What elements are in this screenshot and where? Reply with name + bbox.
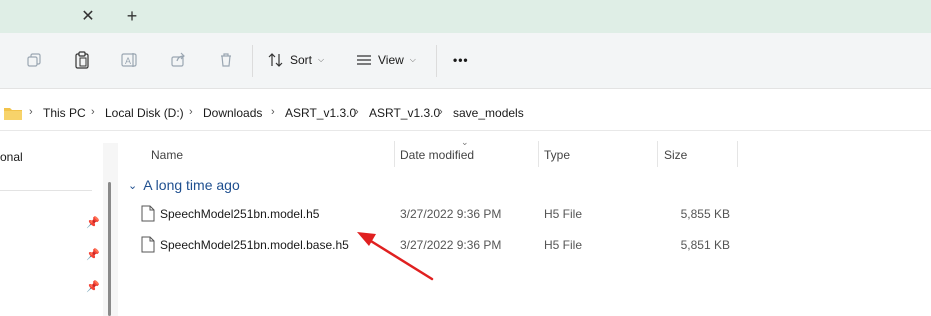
column-header-name[interactable]: Name	[151, 148, 183, 162]
column-divider[interactable]	[737, 141, 738, 167]
breadcrumb: › This PC › Local Disk (D:) › Downloads …	[0, 98, 931, 131]
column-divider[interactable]	[538, 141, 539, 167]
file-size: 5,855 KB	[680, 207, 730, 221]
chevron-down-icon: ⌵	[318, 55, 325, 64]
more-options-button[interactable]: •••	[453, 47, 469, 73]
file-name: SpeechModel251bn.model.h5	[160, 207, 320, 221]
delete-icon[interactable]	[212, 47, 240, 73]
tab-bar: ✕ +	[0, 0, 931, 33]
nav-item-label[interactable]: onal	[0, 150, 23, 164]
column-header-date[interactable]: Date modified	[400, 148, 474, 162]
nav-divider	[0, 190, 92, 191]
paste-icon[interactable]	[68, 47, 96, 73]
column-divider[interactable]	[657, 141, 658, 167]
column-divider[interactable]	[394, 141, 395, 167]
copy-icon[interactable]	[20, 47, 48, 73]
chevron-right-icon: ›	[91, 106, 95, 118]
chevron-right-icon: ›	[189, 106, 193, 118]
chevron-right-icon: ›	[29, 106, 33, 118]
breadcrumb-item-asrt[interactable]: ASRT_v1.3.0	[285, 106, 356, 120]
breadcrumb-item-downloads[interactable]: Downloads	[203, 106, 262, 120]
file-icon	[141, 236, 155, 253]
group-header[interactable]: ⌄ A long time ago	[128, 177, 240, 193]
chevron-down-icon: ⌵	[409, 55, 416, 64]
command-bar: A Sort ⌵ View ⌵ •••	[0, 33, 931, 89]
breadcrumb-item-this-pc[interactable]: This PC	[43, 106, 86, 120]
nav-scrollbar-thumb[interactable]	[108, 182, 111, 316]
chevron-down-icon[interactable]: ⌄	[128, 179, 137, 192]
file-icon	[141, 205, 155, 222]
pin-icon[interactable]: 📌	[86, 248, 100, 261]
column-header-size[interactable]: Size	[664, 148, 687, 162]
svg-text:A: A	[125, 56, 131, 66]
file-type: H5 File	[544, 238, 583, 252]
view-icon	[357, 55, 371, 65]
view-label: View	[378, 53, 404, 67]
file-row[interactable]: SpeechModel251bn.model.h5 3/27/2022 9:36…	[119, 199, 931, 229]
pin-icon[interactable]: 📌	[86, 216, 100, 229]
sort-icon	[268, 53, 283, 67]
breadcrumb-item-asrt-inner[interactable]: ASRT_v1.3.0	[369, 106, 440, 120]
new-tab-button[interactable]: +	[122, 6, 142, 26]
chevron-right-icon: ›	[355, 106, 359, 118]
folder-icon	[4, 108, 22, 120]
breadcrumb-item-local-disk[interactable]: Local Disk (D:)	[105, 106, 184, 120]
column-header-type[interactable]: Type	[544, 148, 570, 162]
file-size: 5,851 KB	[680, 238, 730, 252]
group-label: A long time ago	[143, 177, 240, 193]
close-tab-button[interactable]: ✕	[78, 6, 98, 26]
sort-label: Sort	[290, 53, 313, 67]
sort-button[interactable]: Sort ⌵	[268, 47, 324, 73]
sort-indicator-icon: ⌄	[461, 137, 469, 147]
file-date: 3/27/2022 9:36 PM	[400, 207, 502, 221]
share-icon[interactable]	[164, 47, 192, 73]
breadcrumb-item-save-models[interactable]: save_models	[453, 106, 524, 120]
toolbar-divider	[436, 45, 437, 77]
rename-icon[interactable]: A	[116, 47, 144, 73]
navigation-pane: onal 📌 📌 📌	[0, 130, 103, 316]
file-type: H5 File	[544, 207, 583, 221]
pin-icon[interactable]: 📌	[86, 280, 100, 293]
toolbar-divider	[252, 45, 253, 77]
file-date: 3/27/2022 9:36 PM	[400, 238, 502, 252]
view-button[interactable]: View ⌵	[356, 47, 416, 73]
file-name: SpeechModel251bn.model.base.h5	[160, 238, 349, 252]
file-row[interactable]: SpeechModel251bn.model.base.h5 3/27/2022…	[119, 230, 931, 260]
chevron-right-icon: ›	[271, 106, 275, 118]
chevron-right-icon: ›	[439, 106, 443, 118]
